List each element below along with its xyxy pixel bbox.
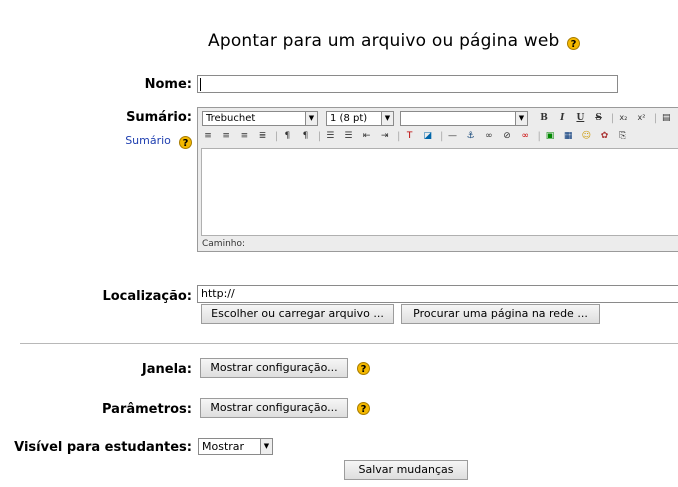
name-input[interactable] xyxy=(197,75,618,93)
outdent-icon[interactable]: ⇤ xyxy=(361,130,373,142)
background-color-icon[interactable]: ◪ xyxy=(422,130,434,142)
toolbar-row-2: ≡ ≡ ≡ ≣ | ¶ ¶ | ☰ ☰ ⇤ ⇥ | T ◪ | — ⚓ ∞ ⊘ … xyxy=(202,130,632,142)
unordered-list-icon[interactable]: ☰ xyxy=(342,130,354,142)
parameters-settings-button[interactable]: Mostrar configuração... xyxy=(200,398,348,418)
font-size-value: 1 (8 pt) xyxy=(330,113,368,124)
smiley-icon[interactable]: ☺ xyxy=(580,130,592,142)
help-icon[interactable]: ? xyxy=(357,362,370,375)
text-color-icon[interactable]: T xyxy=(404,130,416,142)
italic-icon[interactable]: I xyxy=(556,112,568,124)
search-replace-icon[interactable]: ⎘ xyxy=(617,130,629,142)
text-cursor xyxy=(200,78,201,91)
special-char-icon[interactable]: ✿ xyxy=(599,130,611,142)
underline-icon[interactable]: U xyxy=(574,112,586,124)
subscript-icon[interactable]: x₂ xyxy=(617,112,629,124)
ordered-list-icon[interactable]: ☰ xyxy=(324,130,336,142)
clean-icon[interactable]: ▤ xyxy=(660,112,672,124)
toolbar-separator: | xyxy=(610,113,615,124)
strikethrough-icon[interactable]: S xyxy=(593,112,605,124)
help-icon[interactable]: ? xyxy=(179,136,192,149)
page-title-text: Apontar para um arquivo ou página web xyxy=(208,31,560,51)
section-divider xyxy=(20,343,678,344)
summary-editor-area[interactable] xyxy=(201,148,678,236)
summary-help-link[interactable]: Sumário xyxy=(125,134,171,147)
window-label: Janela: xyxy=(141,362,192,377)
visible-label: Visível para estudantes: xyxy=(14,440,192,455)
bold-icon[interactable]: B xyxy=(538,112,550,124)
toolbar-separator: | xyxy=(439,131,444,142)
horizontal-rule-icon[interactable]: — xyxy=(447,130,459,142)
image-icon[interactable]: ▣ xyxy=(544,130,556,142)
visible-select-value: Mostrar xyxy=(202,440,245,453)
rich-text-editor: Trebuchet ▼ 1 (8 pt) ▼ ▼ B I U S | x₂ x²… xyxy=(197,107,678,252)
font-size-select[interactable]: 1 (8 pt) ▼ xyxy=(326,111,394,126)
superscript-icon[interactable]: x² xyxy=(636,112,648,124)
font-family-value: Trebuchet xyxy=(206,113,256,124)
nolink-icon[interactable]: ∞ xyxy=(519,130,531,142)
summary-help[interactable]: Sumário ? xyxy=(117,129,192,149)
format-select[interactable]: ▼ xyxy=(400,111,528,126)
indent-icon[interactable]: ⇥ xyxy=(379,130,391,142)
summary-label: Sumário: xyxy=(126,110,192,125)
toolbar-separator: | xyxy=(653,113,658,124)
chevron-down-icon: ▼ xyxy=(515,112,527,125)
save-changes-button[interactable]: Salvar mudanças xyxy=(344,460,468,480)
visible-select[interactable]: Mostrar ▼ xyxy=(198,438,273,455)
help-icon[interactable]: ? xyxy=(567,37,581,50)
search-web-button[interactable]: Procurar uma página na rede ... xyxy=(401,304,600,324)
window-settings-button[interactable]: Mostrar configuração... xyxy=(200,358,348,378)
choose-file-button[interactable]: Escolher ou carregar arquivo ... xyxy=(201,304,394,324)
location-input[interactable]: http:// xyxy=(197,285,678,303)
chevron-down-icon: ▼ xyxy=(305,112,317,125)
toolbar-separator: | xyxy=(274,131,279,142)
chevron-down-icon: ▼ xyxy=(260,439,272,454)
font-family-select[interactable]: Trebuchet ▼ xyxy=(202,111,318,126)
rtl-icon[interactable]: ¶ xyxy=(300,130,312,142)
table-icon[interactable]: ▦ xyxy=(562,130,574,142)
name-label: Nome: xyxy=(144,77,192,92)
page-title: Apontar para um arquivo ou página web ? xyxy=(208,31,581,51)
align-center-icon[interactable]: ≡ xyxy=(220,130,232,142)
help-icon[interactable]: ? xyxy=(357,402,370,415)
align-right-icon[interactable]: ≡ xyxy=(238,130,250,142)
toolbar-separator: | xyxy=(397,131,401,142)
link-icon[interactable]: ∞ xyxy=(483,130,495,142)
toolbar-row-1: B I U S | x₂ x² | ▤ xyxy=(538,112,675,124)
editor-path-label: Caminho: xyxy=(202,239,246,249)
justify-icon[interactable]: ≣ xyxy=(257,130,269,142)
toolbar-separator: | xyxy=(537,131,541,142)
unlink-icon[interactable]: ⊘ xyxy=(501,130,513,142)
ltr-icon[interactable]: ¶ xyxy=(281,130,293,142)
location-label: Localização: xyxy=(102,289,192,304)
parameters-label: Parâmetros: xyxy=(102,402,192,417)
align-left-icon[interactable]: ≡ xyxy=(202,130,214,142)
toolbar-separator: | xyxy=(317,131,322,142)
chevron-down-icon: ▼ xyxy=(381,112,393,125)
anchor-icon[interactable]: ⚓ xyxy=(465,130,477,142)
